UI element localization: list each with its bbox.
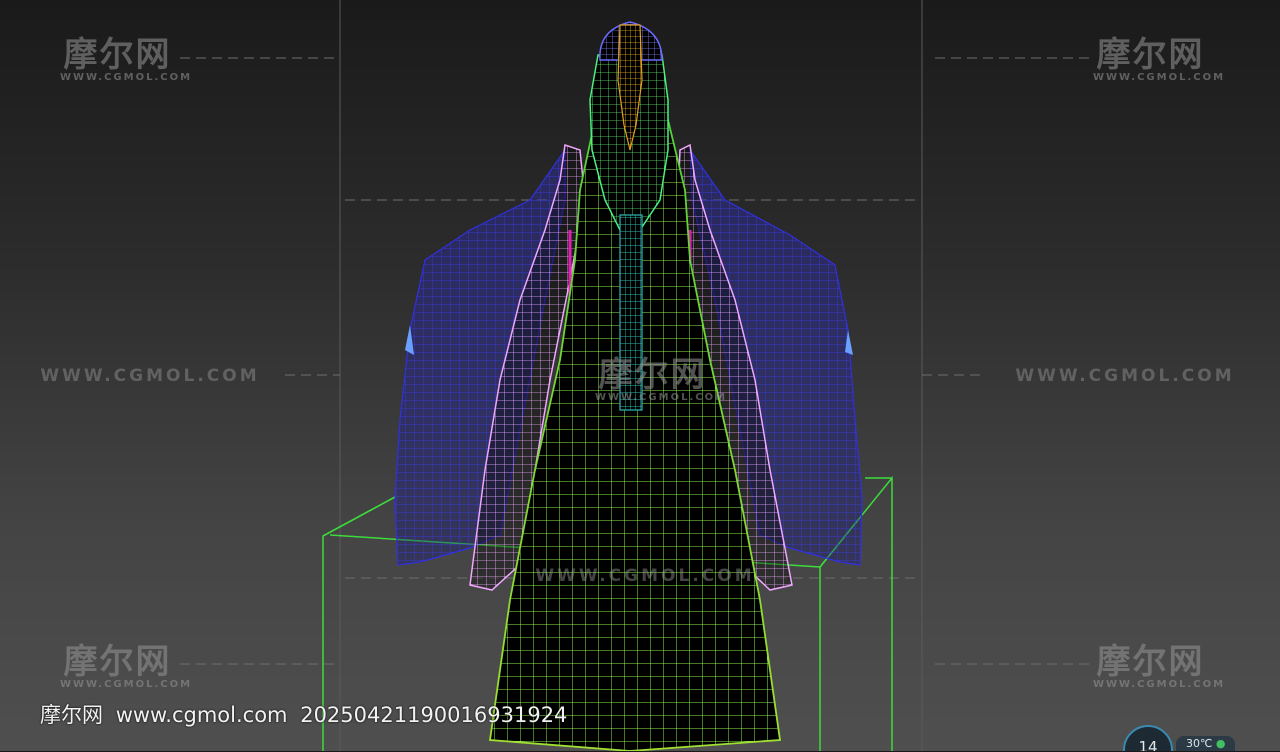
footer-site: 摩尔网 — [40, 703, 103, 727]
watermark-cn: 摩尔网 — [63, 35, 172, 75]
watermark-bottom-right: 摩尔网 WWW.CGMOL.COM — [1093, 642, 1226, 690]
watermark-url: WWW.CGMOL.COM — [1093, 679, 1226, 690]
watermark-url-right: WWW.CGMOL.COM — [1015, 366, 1235, 386]
temperature-value: 30℃ — [1186, 737, 1213, 750]
watermark-url: WWW.CGMOL.COM — [60, 72, 193, 83]
watermark-cn: 摩尔网 — [598, 355, 707, 395]
watermark-url: WWW.CGMOL.COM — [595, 392, 728, 403]
watermark-cn: 摩尔网 — [1096, 35, 1205, 75]
watermark-url-bottom: WWW.CGMOL.COM — [535, 566, 755, 586]
watermark-cn: 摩尔网 — [63, 642, 172, 682]
watermark-center: 摩尔网 WWW.CGMOL.COM — [595, 355, 728, 403]
leaf-icon: ● — [1215, 737, 1226, 750]
watermark-cn: 摩尔网 — [1096, 642, 1205, 682]
watermark-bottom-left: 摩尔网 WWW.CGMOL.COM — [60, 642, 193, 690]
footer-caption: 摩尔网 www.cgmol.com 20250421190016931924 — [40, 699, 573, 729]
temperature-badge: 30℃ ● — [1176, 736, 1236, 751]
widget-counter: 14 — [1138, 738, 1157, 751]
footer-url: www.cgmol.com — [115, 703, 288, 727]
watermark-top-left: 摩尔网 WWW.CGMOL.COM — [60, 35, 193, 83]
watermark-url: WWW.CGMOL.COM — [1093, 72, 1226, 83]
watermark-url: WWW.CGMOL.COM — [60, 679, 193, 690]
watermark-url-left: WWW.CGMOL.COM — [40, 366, 260, 386]
footer-id: 20250421190016931924 — [300, 703, 568, 727]
watermark-top-right: 摩尔网 WWW.CGMOL.COM — [1093, 35, 1226, 83]
